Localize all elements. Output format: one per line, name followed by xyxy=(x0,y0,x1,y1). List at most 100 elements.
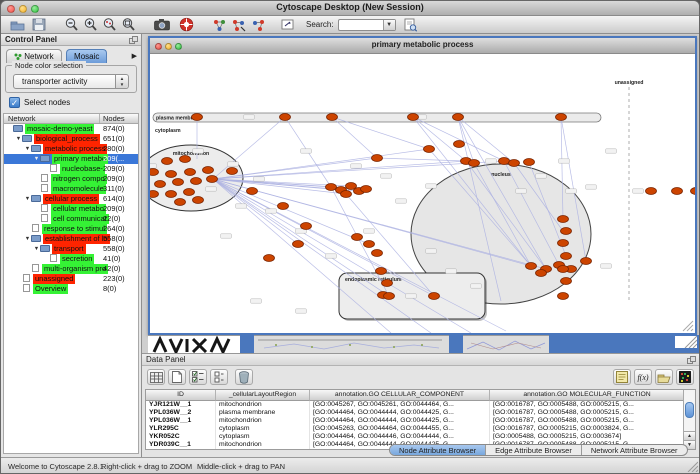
network-node[interactable] xyxy=(185,169,196,176)
column-header[interactable]: _cellularLayoutRegion xyxy=(216,390,310,401)
network-node[interactable] xyxy=(155,181,166,188)
network-node[interactable] xyxy=(166,171,177,178)
network-node[interactable] xyxy=(175,199,186,206)
new-attribute-icon[interactable] xyxy=(168,369,186,385)
network-node[interactable] xyxy=(247,188,258,195)
network-node[interactable] xyxy=(192,114,203,121)
tree-expand-arrow[interactable]: ▼ xyxy=(24,234,31,244)
notes-icon[interactable] xyxy=(613,369,631,385)
zoom-selected-icon[interactable] xyxy=(101,17,118,33)
attribute-table-icon[interactable] xyxy=(147,369,165,385)
network-node[interactable] xyxy=(341,191,352,198)
network-node[interactable] xyxy=(191,178,202,185)
network-node[interactable] xyxy=(361,186,372,193)
delete-attribute-icon[interactable] xyxy=(235,369,253,385)
search-dropdown-arrow[interactable]: ▼ xyxy=(383,20,395,30)
network-node[interactable] xyxy=(509,160,520,167)
attribute-list-icon[interactable] xyxy=(210,369,228,385)
network-node[interactable] xyxy=(193,197,204,204)
network-node[interactable] xyxy=(184,189,195,196)
network-node[interactable] xyxy=(499,158,510,165)
network-node[interactable] xyxy=(293,241,304,248)
zoom-out-icon[interactable] xyxy=(63,17,80,33)
tree-row[interactable]: cellular metabo209(0) xyxy=(4,204,138,214)
save-session-icon[interactable] xyxy=(30,17,47,33)
table-row[interactable]: YLR295Ccytoplasm[GO:0045263, GO:0044464,… xyxy=(146,425,695,433)
network-node[interactable] xyxy=(424,146,435,153)
column-header[interactable]: ID xyxy=(146,390,216,401)
tree-expand-arrow[interactable]: ▼ xyxy=(24,144,31,154)
network-node[interactable] xyxy=(280,114,291,121)
tree-row[interactable]: unassigned223(0) xyxy=(4,274,138,284)
network-node[interactable] xyxy=(408,114,419,121)
tab-network-attribute-browser[interactable]: Network Attribute Browser xyxy=(582,445,687,455)
tree-row[interactable]: ▼cellular process614(0) xyxy=(4,194,138,204)
network-node[interactable] xyxy=(558,266,569,273)
tree-row[interactable]: nitrogen compo209(0) xyxy=(4,174,138,184)
search-go-icon[interactable] xyxy=(402,17,419,33)
network-icon-c[interactable] xyxy=(250,17,267,33)
network-node[interactable] xyxy=(203,167,214,174)
tree-expand-arrow[interactable]: ▼ xyxy=(15,134,22,144)
tree-row[interactable]: macromolecule311(0) xyxy=(4,184,138,194)
help-ring-icon[interactable] xyxy=(178,17,195,33)
column-header[interactable]: annotation.GO CELLULAR_COMPONENT xyxy=(310,390,490,401)
network-node[interactable] xyxy=(691,188,696,195)
network-canvas[interactable]: plasma membranecytoplasmmitochondrionnuc… xyxy=(150,54,695,333)
network-node[interactable] xyxy=(558,216,569,223)
network-icon-a[interactable] xyxy=(211,17,228,33)
network-node[interactable] xyxy=(376,268,387,275)
attribute-table[interactable]: ID_cellularLayoutRegionannotation.GO CEL… xyxy=(145,389,696,450)
tree-expand-arrow[interactable]: ▼ xyxy=(24,194,31,204)
snapshot-icon[interactable] xyxy=(153,17,170,33)
table-row[interactable]: YKR052Ccytoplasm[GO:0044464, GO:0044446,… xyxy=(146,433,695,441)
network-node[interactable] xyxy=(558,293,569,300)
table-scrollbar[interactable]: ▲ ▼ xyxy=(683,390,695,449)
table-row[interactable]: YJR121W__1mitochondrion[GO:0045267, GO:0… xyxy=(146,401,695,409)
network-frame-titlebar[interactable]: primary metabolic process xyxy=(150,38,695,54)
network-node[interactable] xyxy=(558,240,569,247)
tree-row[interactable]: cell communicat22(0) xyxy=(4,214,138,224)
tree-row[interactable]: Overview8(0) xyxy=(4,284,138,294)
network-node[interactable] xyxy=(646,188,657,195)
tree-row[interactable]: ▼establishment of lo558(0) xyxy=(4,234,138,244)
column-header[interactable]: annotation.GO MOLECULAR_FUNCTION xyxy=(490,390,685,401)
attribute-table-header[interactable]: ID_cellularLayoutRegionannotation.GO CEL… xyxy=(146,390,695,401)
background-frame-content[interactable] xyxy=(254,335,449,353)
network-node[interactable] xyxy=(526,263,537,270)
network-node[interactable] xyxy=(469,160,480,167)
tree-row[interactable]: ▼primary metabo209(... xyxy=(4,154,138,164)
search-input[interactable]: ▼ xyxy=(338,19,396,31)
network-node[interactable] xyxy=(352,234,363,241)
network-node[interactable] xyxy=(561,278,572,285)
network-node[interactable] xyxy=(561,253,572,260)
network-node[interactable] xyxy=(382,280,393,287)
network-node[interactable] xyxy=(166,191,177,198)
network-node[interactable] xyxy=(372,250,383,257)
frame-resize-grip[interactable] xyxy=(691,329,693,331)
tree-row[interactable]: response to stimul264(0) xyxy=(4,224,138,234)
tree-expand-arrow[interactable]: ▼ xyxy=(33,244,40,254)
window-resize-grip[interactable] xyxy=(686,460,698,472)
zoom-in-icon[interactable] xyxy=(82,17,99,33)
tree-expand-arrow[interactable]: ▼ xyxy=(33,154,40,164)
open-session-icon[interactable] xyxy=(9,17,26,33)
tree-row[interactable]: ▼metabolic process280(0) xyxy=(4,144,138,154)
network-node[interactable] xyxy=(150,191,159,198)
network-node[interactable] xyxy=(672,188,683,195)
network-node[interactable] xyxy=(524,159,535,166)
network-node[interactable] xyxy=(536,270,547,277)
network-node[interactable] xyxy=(207,176,218,183)
network-node[interactable] xyxy=(364,241,375,248)
network-node[interactable] xyxy=(454,141,465,148)
network-node[interactable] xyxy=(264,255,275,262)
background-frame-content[interactable] xyxy=(463,335,549,353)
network-node[interactable] xyxy=(301,223,312,230)
table-row[interactable]: YPL036W__1mitochondrion[GO:0044464, GO:0… xyxy=(146,417,695,425)
scrollbar-thumb[interactable] xyxy=(685,402,694,418)
network-node[interactable] xyxy=(561,228,572,235)
background-frame-content[interactable] xyxy=(148,335,240,353)
network-node[interactable] xyxy=(453,114,464,121)
matrix-view-icon[interactable] xyxy=(676,369,694,385)
network-node[interactable] xyxy=(372,155,383,162)
